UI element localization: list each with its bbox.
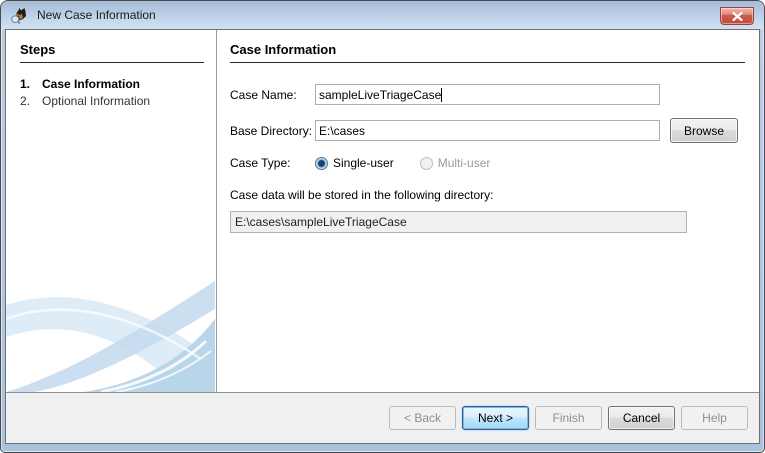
multi-user-radio: Multi-user	[420, 156, 491, 170]
case-type-label: Case Type:	[230, 156, 315, 170]
base-directory-label: Base Directory:	[230, 124, 315, 138]
step-item-case-information[interactable]: 1. Case Information	[20, 77, 204, 91]
steps-list: 1. Case Information 2. Optional Informat…	[20, 77, 204, 108]
step-number: 2.	[20, 94, 42, 108]
base-directory-row: Base Directory: E:\cases Browse	[230, 118, 745, 143]
step-item-optional-information[interactable]: 2. Optional Information	[20, 94, 204, 108]
single-user-radio[interactable]: Single-user	[315, 156, 394, 170]
autopsy-dog-icon	[11, 7, 30, 24]
case-information-panel: Case Information Case Name: sampleLiveTr…	[217, 30, 759, 392]
close-icon	[732, 12, 743, 21]
wizard-button-bar: < Back Next > Finish Cancel Help	[6, 392, 759, 443]
step-label: Optional Information	[42, 94, 150, 108]
case-form: Case Name: sampleLiveTriageCase Base Dir…	[230, 84, 745, 233]
case-name-input[interactable]: sampleLiveTriageCase	[315, 84, 660, 105]
new-case-wizard-window: New Case Information Steps 1. Case Infor…	[0, 0, 765, 453]
case-type-options: Single-user Multi-user	[315, 156, 490, 170]
step-label: Case Information	[42, 77, 140, 91]
close-button[interactable]	[720, 7, 754, 25]
steps-panel: Steps 1. Case Information 2. Optional In…	[6, 30, 217, 392]
back-button: < Back	[389, 406, 456, 430]
wizard-client-area: Steps 1. Case Information 2. Optional In…	[5, 29, 760, 444]
titlebar[interactable]: New Case Information	[1, 1, 764, 29]
finish-button: Finish	[535, 406, 602, 430]
text-caret	[441, 88, 442, 102]
decorative-swoosh-graphic	[6, 267, 215, 392]
browse-button[interactable]: Browse	[670, 118, 738, 143]
base-directory-input[interactable]: E:\cases	[315, 120, 660, 141]
multi-user-label: Multi-user	[438, 156, 491, 170]
radio-disabled-icon	[420, 157, 433, 170]
storage-note: Case data will be stored in the followin…	[230, 188, 745, 202]
cancel-button[interactable]: Cancel	[608, 406, 675, 430]
window-title: New Case Information	[37, 8, 156, 22]
next-button[interactable]: Next >	[462, 406, 529, 430]
step-number: 1.	[20, 77, 42, 91]
help-button: Help	[681, 406, 748, 430]
case-type-row: Case Type: Single-user Multi-user	[230, 156, 745, 170]
single-user-label: Single-user	[333, 156, 394, 170]
radio-selected-icon	[315, 157, 328, 170]
storage-path-field: E:\cases\sampleLiveTriageCase	[230, 211, 687, 233]
steps-header: Steps	[20, 42, 204, 63]
content-header: Case Information	[230, 42, 745, 63]
case-name-row: Case Name: sampleLiveTriageCase	[230, 84, 745, 105]
wizard-main: Steps 1. Case Information 2. Optional In…	[6, 30, 759, 392]
case-name-label: Case Name:	[230, 88, 315, 102]
